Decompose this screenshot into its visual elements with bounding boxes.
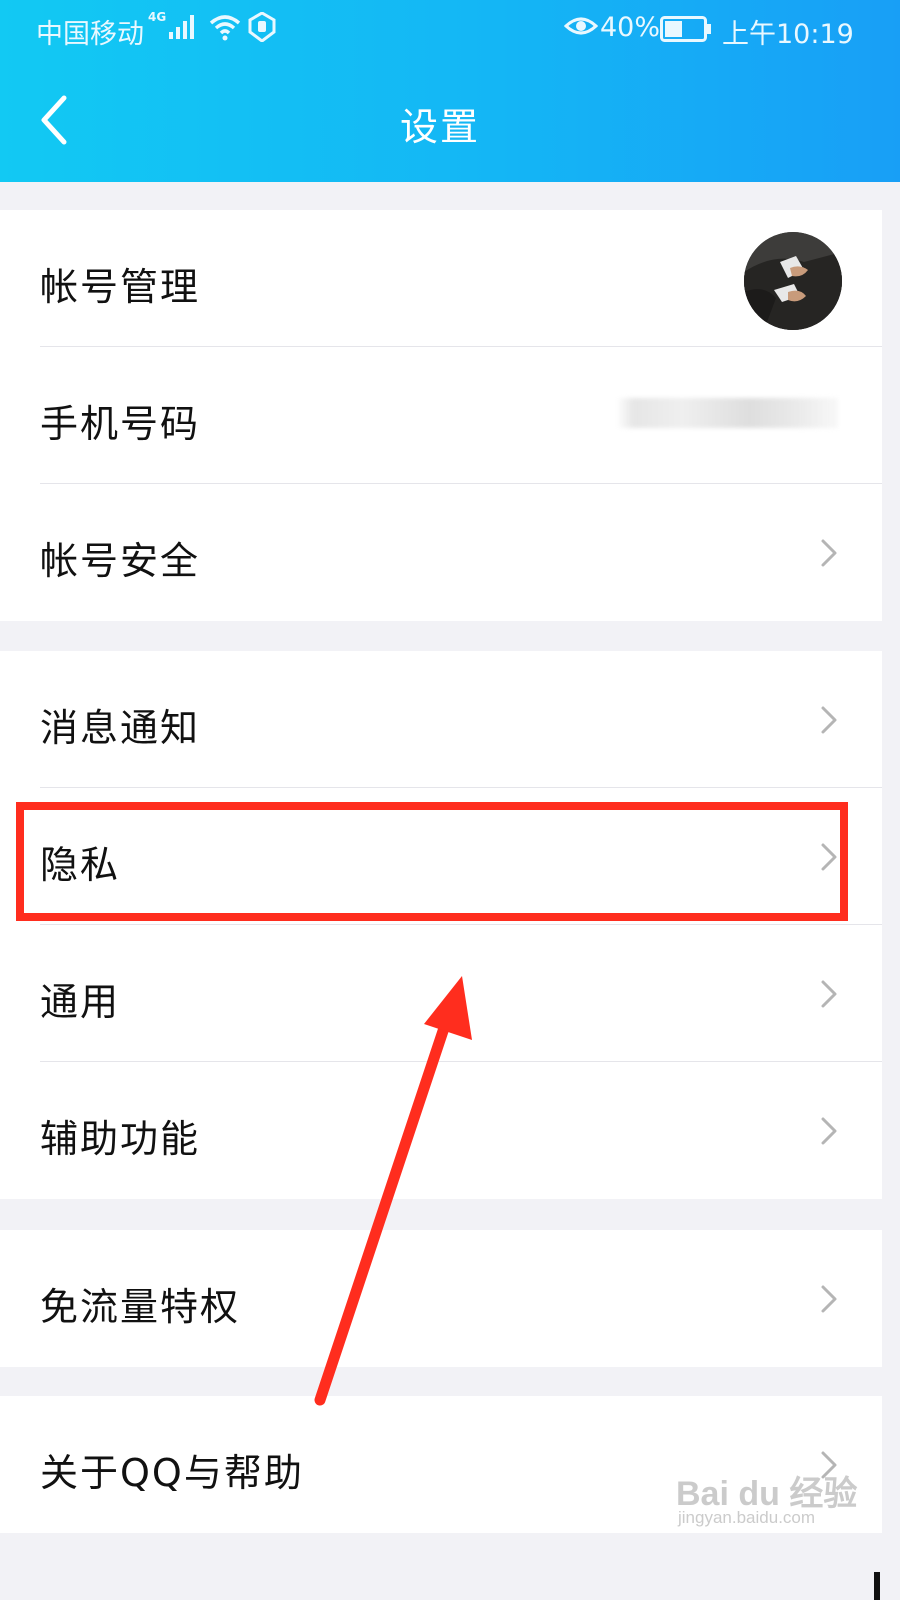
page-title: 设置 xyxy=(399,105,480,149)
status-time: 上午10:19 xyxy=(722,19,854,50)
row-label: 消息通知 xyxy=(40,706,201,750)
settings-row-notifications[interactable]: 消息通知 xyxy=(0,651,882,788)
annotation-arrow-icon xyxy=(314,976,472,1406)
chevron-right-icon xyxy=(821,1285,837,1313)
header-bar: 中国移动 4G 40% 上午10:19 设置 xyxy=(0,0,900,182)
edge-marker xyxy=(874,1572,880,1600)
eye-comfort-icon xyxy=(563,14,599,45)
row-label: 免流量特权 xyxy=(40,1285,241,1329)
avatar[interactable] xyxy=(744,232,842,330)
row-label: 辅助功能 xyxy=(40,1117,201,1161)
privacy-shield-icon xyxy=(248,11,276,49)
chevron-right-icon xyxy=(821,1117,837,1145)
status-bar: 中国移动 4G 40% 上午10:19 xyxy=(0,0,900,60)
annotation-highlight-box xyxy=(16,802,848,921)
row-label: 手机号码 xyxy=(40,402,201,446)
row-label: 通用 xyxy=(40,980,121,1024)
row-label: 关于QQ与帮助 xyxy=(40,1451,304,1495)
row-label: 帐号管理 xyxy=(40,265,201,309)
watermark-url: jingyan.baidu.com xyxy=(678,1508,816,1527)
carrier-name: 中国移动 xyxy=(36,19,144,50)
avatar-photo-icon xyxy=(744,232,842,330)
network-type: 4G xyxy=(148,10,167,24)
watermark: Bai du 经验 jingyan.baidu.com xyxy=(676,1466,876,1536)
settings-row-account-security[interactable]: 帐号安全 xyxy=(0,484,882,621)
signal-icon xyxy=(168,14,196,47)
row-label: 帐号安全 xyxy=(40,539,201,583)
chevron-right-icon xyxy=(821,980,837,1008)
chevron-right-icon xyxy=(821,706,837,734)
battery-icon xyxy=(660,16,712,49)
battery-percent: 40% xyxy=(600,12,661,43)
wifi-icon xyxy=(208,12,242,49)
chevron-right-icon xyxy=(821,539,837,567)
masked-phone-number xyxy=(616,398,838,428)
